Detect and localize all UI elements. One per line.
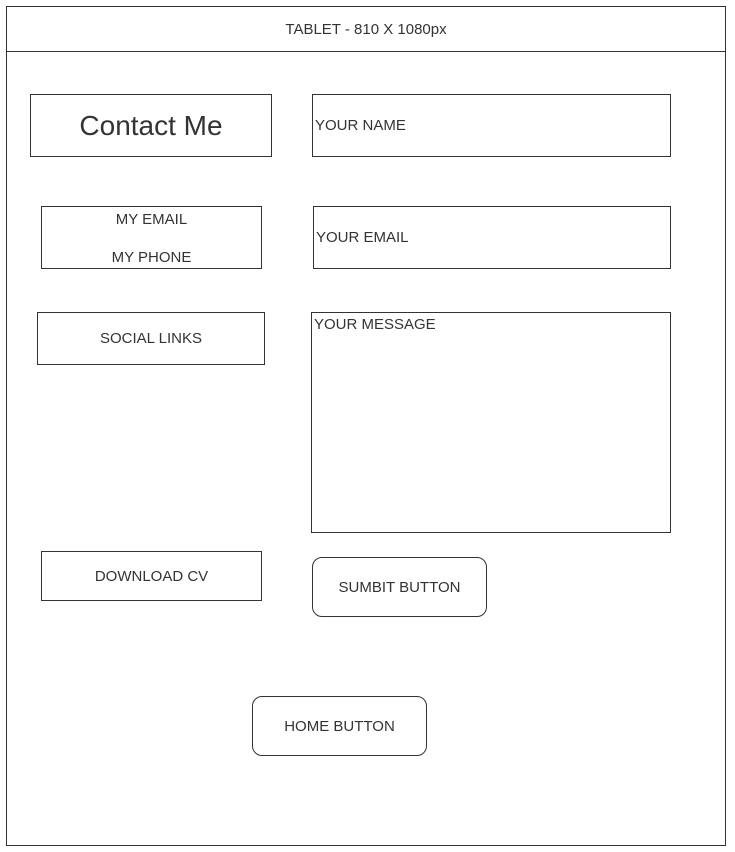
frame-title: TABLET - 810 X 1080px [285,20,447,38]
message-textarea[interactable]: YOUR MESSAGE [311,312,671,533]
email-placeholder: YOUR EMAIL [316,229,409,246]
download-cv-label: DOWNLOAD CV [94,567,209,585]
submit-label: SUMBIT BUTTON [338,578,461,596]
social-links-box[interactable]: SOCIAL LINKS [37,312,265,365]
download-cv-button[interactable]: DOWNLOAD CV [41,551,262,601]
home-button[interactable]: HOME BUTTON [252,696,427,756]
email-input[interactable]: YOUR EMAIL [313,206,671,269]
my-email-text: MY EMAIL [115,211,188,228]
home-label: HOME BUTTON [284,717,395,735]
contact-title: Contact Me [79,109,223,141]
contact-title-box: Contact Me [30,94,272,157]
my-phone-text: MY PHONE [111,249,192,266]
message-placeholder: YOUR MESSAGE [314,316,436,333]
social-links-label: SOCIAL LINKS [100,330,202,347]
contact-info-box: MY EMAIL MY PHONE [41,206,262,269]
submit-button[interactable]: SUMBIT BUTTON [312,557,487,617]
name-placeholder: YOUR NAME [315,117,406,134]
name-input[interactable]: YOUR NAME [312,94,671,157]
frame-header: TABLET - 810 X 1080px [6,6,726,52]
